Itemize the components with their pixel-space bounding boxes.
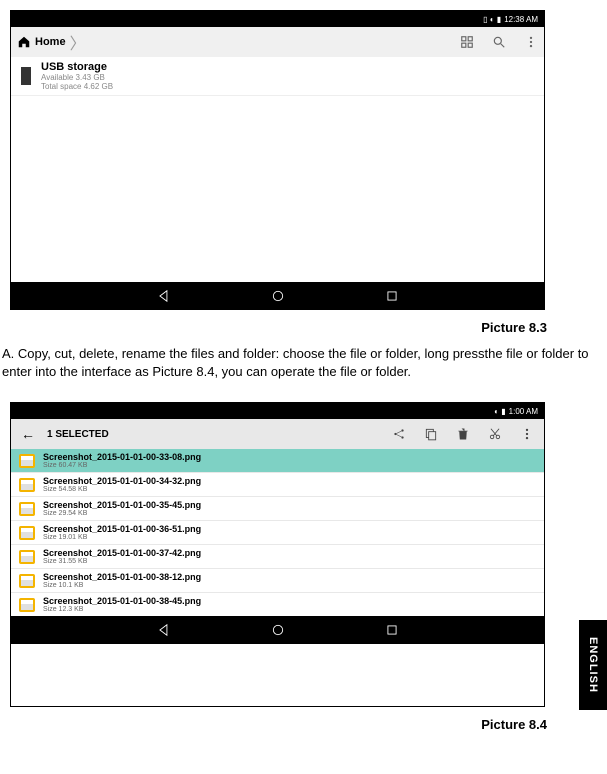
status-time: 12:38 AM [504,15,538,24]
file-row[interactable]: Screenshot_2015-01-01-00-38-12.pngSize 1… [11,569,544,592]
share-icon[interactable] [392,427,406,441]
storage-total: Total space 4.62 GB [41,82,113,91]
screenshot-file-browser: ▯ ◐ ▮ 12:38 AM Home 〉 USB storage Availa… [10,10,545,310]
file-row[interactable]: Screenshot_2015-01-01-00-35-45.pngSize 2… [11,497,544,520]
file-size: Size 29.54 KB [43,510,201,517]
home-nav-icon[interactable] [271,623,285,637]
file-icon [19,550,35,564]
file-name: Screenshot_2015-01-01-00-38-45.png [43,596,201,606]
file-list: Screenshot_2015-01-01-00-33-08.pngSize 6… [11,449,544,616]
app-bar: Home 〉 [11,27,544,57]
file-icon [19,478,35,492]
status-bar: ◐ ▮ 1:00 AM [11,403,544,419]
nav-bar [11,616,544,644]
screenshot-file-selection: ◐ ▮ 1:00 AM ← 1 SELECTED Screenshot_2015… [10,402,545,707]
caption-8-4: Picture 8.4 [0,717,547,732]
file-row[interactable]: Screenshot_2015-01-01-00-38-45.pngSize 1… [11,593,544,616]
home-icon [17,35,31,49]
file-size: Size 54.58 KB [43,486,201,493]
home-nav-icon[interactable] [271,289,285,303]
file-icon [19,574,35,588]
file-icon [19,502,35,516]
selection-bar: ← 1 SELECTED [11,419,544,449]
back-button[interactable]: ← [21,426,35,442]
file-name: Screenshot_2015-01-01-00-34-32.png [43,476,201,486]
file-size: Size 31.55 KB [43,558,201,565]
empty-content [11,96,544,282]
file-size: Size 12.3 KB [43,606,201,613]
chevron-right-icon: 〉 [70,30,86,54]
back-icon[interactable] [157,289,171,303]
file-name: Screenshot_2015-01-01-00-38-12.png [43,572,201,582]
file-size: Size 19.01 KB [43,534,201,541]
file-icon [19,598,35,612]
caption-8-3: Picture 8.3 [0,320,547,335]
status-bar: ▯ ◐ ▮ 12:38 AM [11,11,544,27]
file-size: Size 60.47 KB [43,462,201,469]
usb-icon [21,67,31,85]
menu-icon[interactable] [524,35,538,49]
file-icon [19,454,35,468]
file-name: Screenshot_2015-01-01-00-36-51.png [43,524,201,534]
status-icons: ◐ ▮ [494,407,505,416]
file-row[interactable]: Screenshot_2015-01-01-00-36-51.pngSize 1… [11,521,544,544]
file-name: Screenshot_2015-01-01-00-35-45.png [43,500,201,510]
selection-count: 1 SELECTED [47,429,109,440]
file-name: Screenshot_2015-01-01-00-37-42.png [43,548,201,558]
file-name: Screenshot_2015-01-01-00-33-08.png [43,452,201,462]
cut-icon[interactable] [488,427,502,441]
file-row[interactable]: Screenshot_2015-01-01-00-34-32.pngSize 5… [11,473,544,496]
breadcrumb-home: Home [35,36,66,48]
recent-icon[interactable] [385,289,399,303]
action-icons [392,427,534,441]
toolbar-icons [460,35,538,49]
delete-icon[interactable] [456,427,470,441]
file-size: Size 10.1 KB [43,582,201,589]
instruction-text: A. Copy, cut, delete, rename the files a… [0,341,607,392]
status-time: 1:00 AM [509,407,538,416]
storage-title: USB storage [41,61,113,73]
menu-icon[interactable] [520,427,534,441]
status-icons: ▯ ◐ ▮ [483,15,501,24]
storage-row[interactable]: USB storage Available 3.43 GB Total spac… [11,57,544,96]
search-icon[interactable] [492,35,506,49]
grid-icon[interactable] [460,35,474,49]
recent-icon[interactable] [385,623,399,637]
file-row[interactable]: Screenshot_2015-01-01-00-37-42.pngSize 3… [11,545,544,568]
nav-bar [11,282,544,310]
copy-icon[interactable] [424,427,438,441]
back-icon[interactable] [157,623,171,637]
storage-available: Available 3.43 GB [41,73,113,82]
breadcrumb[interactable]: Home 〉 [17,30,86,54]
file-row[interactable]: Screenshot_2015-01-01-00-33-08.pngSize 6… [11,449,544,472]
language-tab[interactable]: ENGLISH [579,620,607,710]
file-icon [19,526,35,540]
